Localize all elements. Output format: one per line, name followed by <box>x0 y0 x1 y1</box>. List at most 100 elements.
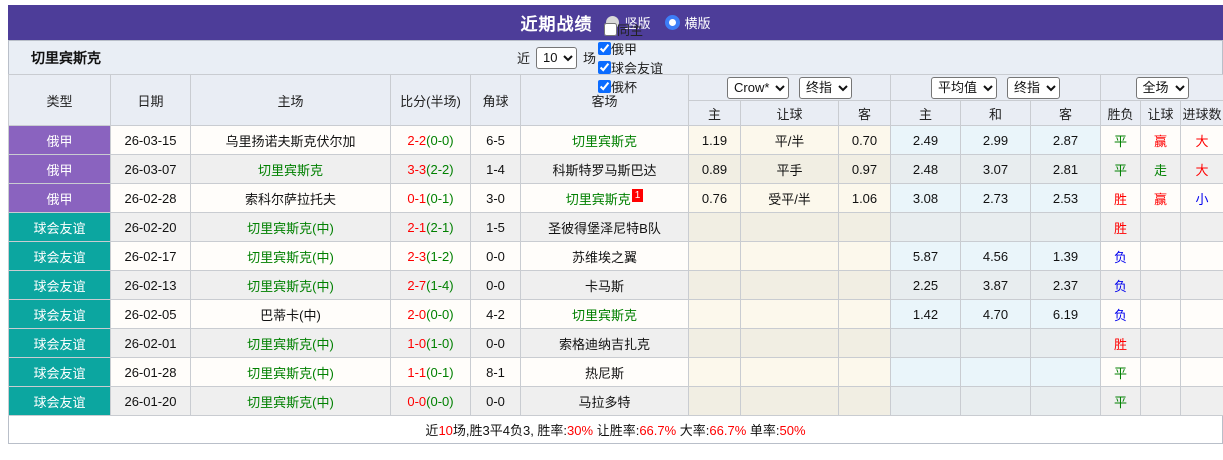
match-row: 球会友谊26-02-17切里宾斯克(中)2-3(1-2)0-0苏维埃之翼5.87… <box>9 242 1223 271</box>
goals-result-cell <box>1181 387 1223 416</box>
avg-away-odds: 6.19 <box>1031 300 1101 329</box>
crow-away-odds: 0.70 <box>839 126 891 155</box>
crow-home-odds <box>689 358 741 387</box>
match-date: 26-02-17 <box>111 242 191 271</box>
filter-checkbox[interactable] <box>598 80 611 93</box>
col-header-goals-result: 进球数 <box>1181 101 1223 126</box>
handicap-result-cell: 走 <box>1141 155 1181 184</box>
home-team[interactable]: 切里宾斯克(中) <box>191 271 391 300</box>
corner-score: 0-0 <box>471 242 521 271</box>
full-score: 2-0 <box>407 307 426 322</box>
handicap-result-cell: 赢 <box>1141 184 1181 213</box>
summary-segment: 30% <box>567 423 593 438</box>
away-team[interactable]: 切里宾斯克 <box>521 300 689 329</box>
match-row: 俄甲26-03-15乌里扬诺夫斯克伏尔加2-2(0-0)6-5切里宾斯克1.19… <box>9 126 1223 155</box>
crow-home-odds <box>689 242 741 271</box>
home-team: 索科尔萨拉托夫 <box>191 184 391 213</box>
avg-home-odds: 2.25 <box>891 271 961 300</box>
home-team[interactable]: 切里宾斯克(中) <box>191 213 391 242</box>
avg-draw-odds: 4.70 <box>961 300 1031 329</box>
handicap-result-cell <box>1141 242 1181 271</box>
home-team[interactable]: 切里宾斯克(中) <box>191 358 391 387</box>
avg-home-odds: 2.49 <box>891 126 961 155</box>
full-score: 1-0 <box>407 336 426 351</box>
match-date: 26-01-20 <box>111 387 191 416</box>
half-score: (0-0) <box>426 394 453 409</box>
filter-球会友谊[interactable]: 球会友谊 <box>598 58 663 77</box>
result-cell: 胜 <box>1101 213 1141 242</box>
near-label: 近 <box>517 48 530 67</box>
home-team: 巴蒂卡(中) <box>191 300 391 329</box>
corner-score: 1-5 <box>471 213 521 242</box>
avg-home-odds: 3.08 <box>891 184 961 213</box>
match-row: 球会友谊26-01-28切里宾斯克(中)1-1(0-1)8-1热尼斯平 <box>9 358 1223 387</box>
horizontal-radio[interactable] <box>665 15 680 30</box>
crow-handicap <box>741 387 839 416</box>
home-team[interactable]: 切里宾斯克(中) <box>191 329 391 358</box>
home-team[interactable]: 切里宾斯克 <box>191 155 391 184</box>
goals-result-cell <box>1181 300 1223 329</box>
avg-home-odds: 5.87 <box>891 242 961 271</box>
avg-draw-odds: 3.07 <box>961 155 1031 184</box>
filter-bar: 切里宾斯克 近 10 场 同主俄甲球会友谊俄杯 <box>8 40 1223 74</box>
col-header-avg-draw: 和 <box>961 101 1031 126</box>
scope-select[interactable]: 全场 <box>1136 77 1189 99</box>
crow-handicap: 平手 <box>741 155 839 184</box>
col-header-odds-home: 主 <box>689 101 741 126</box>
filter-checkbox[interactable] <box>598 42 611 55</box>
match-type-badge: 俄甲 <box>9 126 111 155</box>
full-score: 0-0 <box>407 394 426 409</box>
average-stage-select[interactable]: 终指 <box>1007 77 1060 99</box>
avg-home-odds <box>891 387 961 416</box>
home-team[interactable]: 切里宾斯克(中) <box>191 387 391 416</box>
half-score: (0-1) <box>426 365 453 380</box>
match-type-badge: 球会友谊 <box>9 300 111 329</box>
match-type-badge: 球会友谊 <box>9 329 111 358</box>
goals-result-cell <box>1181 358 1223 387</box>
crow-handicap <box>741 271 839 300</box>
half-score: (2-2) <box>426 162 453 177</box>
col-header-result: 胜负 <box>1101 101 1141 126</box>
filter-俄甲[interactable]: 俄甲 <box>598 39 663 58</box>
away-team[interactable]: 切里宾斯克 <box>521 126 689 155</box>
goals-result-cell: 大 <box>1181 126 1223 155</box>
bookmaker-select[interactable]: Crow* <box>727 77 789 99</box>
avg-draw-odds <box>961 387 1031 416</box>
handicap-result-cell: 赢 <box>1141 126 1181 155</box>
crow-away-odds: 1.06 <box>839 184 891 213</box>
crow-home-odds <box>689 387 741 416</box>
avg-draw-odds: 2.99 <box>961 126 1031 155</box>
match-score: 1-0(1-0) <box>391 329 471 358</box>
filter-checkbox[interactable] <box>598 61 611 74</box>
crow-away-odds <box>839 358 891 387</box>
goals-result-cell <box>1181 213 1223 242</box>
goals-result-cell <box>1181 329 1223 358</box>
bookmaker-stage-select[interactable]: 终指 <box>799 77 852 99</box>
average-select[interactable]: 平均值 <box>931 77 997 99</box>
goals-result-cell: 大 <box>1181 155 1223 184</box>
result-cell: 负 <box>1101 300 1141 329</box>
col-header-odds-away: 客 <box>839 101 891 126</box>
corner-score: 3-0 <box>471 184 521 213</box>
match-type-badge: 俄甲 <box>9 155 111 184</box>
corner-score: 0-0 <box>471 329 521 358</box>
crow-home-odds <box>689 213 741 242</box>
summary-line: 近10场,胜3平4负3, 胜率:30% 让胜率:66.7% 大率:66.7% 单… <box>8 416 1223 444</box>
filter-checkbox[interactable] <box>604 23 617 36</box>
avg-home-odds: 2.48 <box>891 155 961 184</box>
layout-option-horizontal[interactable]: 横版 <box>665 13 711 32</box>
match-count-select[interactable]: 10 <box>536 47 577 69</box>
filter-俄杯[interactable]: 俄杯 <box>598 77 663 96</box>
avg-away-odds: 1.39 <box>1031 242 1101 271</box>
filter-同主[interactable]: 同主 <box>604 20 655 39</box>
home-team[interactable]: 切里宾斯克(中) <box>191 242 391 271</box>
away-team[interactable]: 切里宾斯克1 <box>521 184 689 213</box>
match-score: 2-1(2-1) <box>391 213 471 242</box>
full-score: 1-1 <box>407 365 426 380</box>
horizontal-radio-label: 横版 <box>685 13 711 32</box>
match-type-badge: 球会友谊 <box>9 213 111 242</box>
full-score: 2-1 <box>407 220 426 235</box>
col-header-corner: 角球 <box>471 75 521 126</box>
match-row: 球会友谊26-02-13切里宾斯克(中)2-7(1-4)0-0卡马斯2.253.… <box>9 271 1223 300</box>
match-score: 2-2(0-0) <box>391 126 471 155</box>
